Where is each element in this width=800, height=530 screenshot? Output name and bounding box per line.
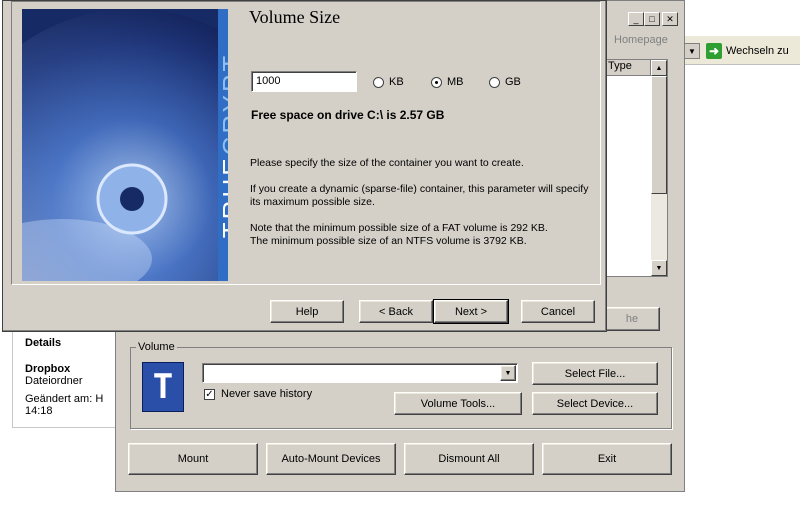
exit-button[interactable]: Exit — [542, 443, 672, 475]
explorer-details-pane: Details Dropbox Dateiordner Geändert am:… — [12, 330, 116, 428]
ntfs-minimum-note: The minimum possible size of an NTFS vol… — [250, 235, 527, 247]
next-button[interactable]: Next > — [433, 299, 509, 324]
fat-minimum-note: Note that the minimum possible size of a… — [250, 222, 548, 234]
truecrypt-side-banner: TRUECRYPT — [22, 9, 228, 281]
details-time: 14:18 — [25, 405, 53, 417]
select-file-button[interactable]: Select File... — [532, 362, 658, 385]
scroll-thumb[interactable] — [651, 76, 667, 194]
volume-path-combobox[interactable]: ▼ — [202, 363, 518, 383]
unit-mb-label: MB — [447, 76, 464, 88]
radio-circle[interactable] — [489, 76, 500, 88]
never-save-history-label: Never save history — [221, 388, 313, 400]
homepage-link[interactable]: Homepage — [614, 34, 668, 46]
maximize-button[interactable]: □ — [644, 12, 660, 26]
truecrypt-key-icon: T — [142, 362, 184, 412]
never-save-history-checkbox[interactable]: ✓ Never save history — [204, 388, 312, 400]
triangle-up-icon: ▲ — [655, 64, 663, 72]
minimize-icon: _ — [633, 14, 639, 24]
drive-list-scrollbar[interactable]: ▲ ▼ — [651, 60, 667, 276]
unit-radio-gb[interactable]: GB — [489, 76, 521, 88]
chevron-down-icon: ▼ — [504, 369, 512, 377]
go-button-label: Wechseln zu — [726, 45, 789, 57]
truecrypt-brand-strip: TRUECRYPT — [218, 9, 228, 281]
unit-gb-label: GB — [505, 76, 521, 88]
close-icon: ✕ — [666, 13, 674, 24]
minimize-button[interactable]: _ — [628, 12, 644, 26]
volume-tools-button[interactable]: Volume Tools... — [394, 392, 522, 415]
auto-mount-devices-button[interactable]: Auto-Mount Devices — [266, 443, 396, 475]
drive-list[interactable]: Type ▲ ▼ — [604, 59, 668, 277]
dismount-all-button[interactable]: Dismount All — [404, 443, 534, 475]
details-item-type: Dateiordner — [25, 375, 83, 387]
scroll-up-button[interactable]: ▲ — [651, 60, 667, 76]
triangle-down-icon: ▼ — [655, 264, 663, 272]
details-title: Details — [25, 337, 62, 349]
volume-path-dropdown[interactable]: ▼ — [500, 365, 516, 381]
radio-circle[interactable] — [373, 76, 384, 88]
scroll-down-button[interactable]: ▼ — [651, 260, 667, 276]
wipe-cache-button[interactable]: he — [604, 307, 660, 331]
volume-group-label: Volume — [136, 341, 177, 353]
go-button[interactable]: ➜ Wechseln zu — [706, 43, 789, 59]
checkbox-box[interactable]: ✓ — [204, 388, 215, 400]
unit-radio-mb[interactable]: MB — [431, 76, 464, 88]
radio-circle-selected[interactable] — [431, 76, 442, 88]
volume-size-input[interactable]: 1000 — [251, 71, 357, 92]
back-button[interactable]: < Back — [359, 300, 433, 323]
size-help-text: Please specify the size of the container… — [250, 157, 524, 169]
volume-creation-wizard: TRUECRYPT Volume Size 1000 KB MB GB Free… — [2, 0, 607, 332]
address-dropdown-button[interactable]: ▼ — [684, 43, 700, 59]
dynamic-container-note: If you create a dynamic (sparse-file) co… — [250, 183, 589, 208]
maximize-icon: □ — [649, 14, 655, 24]
column-header-type[interactable]: Type — [605, 60, 651, 76]
help-button[interactable]: Help — [270, 300, 344, 323]
cancel-button[interactable]: Cancel — [521, 300, 595, 323]
cd-disc-image — [22, 9, 228, 281]
free-space-label: Free space on drive C:\ is 2.57 GB — [251, 108, 445, 122]
truecrypt-wordmark: TRUECRYPT — [217, 52, 229, 238]
wizard-step-title: Volume Size — [249, 7, 341, 27]
details-modified: Geändert am: Heut — [25, 393, 103, 405]
select-device-button[interactable]: Select Device... — [532, 392, 658, 415]
arrow-right-icon: ➜ — [706, 43, 722, 59]
chevron-down-icon: ▼ — [688, 46, 696, 56]
details-item-name: Dropbox — [25, 363, 71, 375]
mount-button[interactable]: Mount — [128, 443, 258, 475]
window-controls: _ □ ✕ — [628, 12, 678, 26]
unit-kb-label: KB — [389, 76, 404, 88]
unit-radio-kb[interactable]: KB — [373, 76, 404, 88]
close-button[interactable]: ✕ — [662, 12, 678, 26]
